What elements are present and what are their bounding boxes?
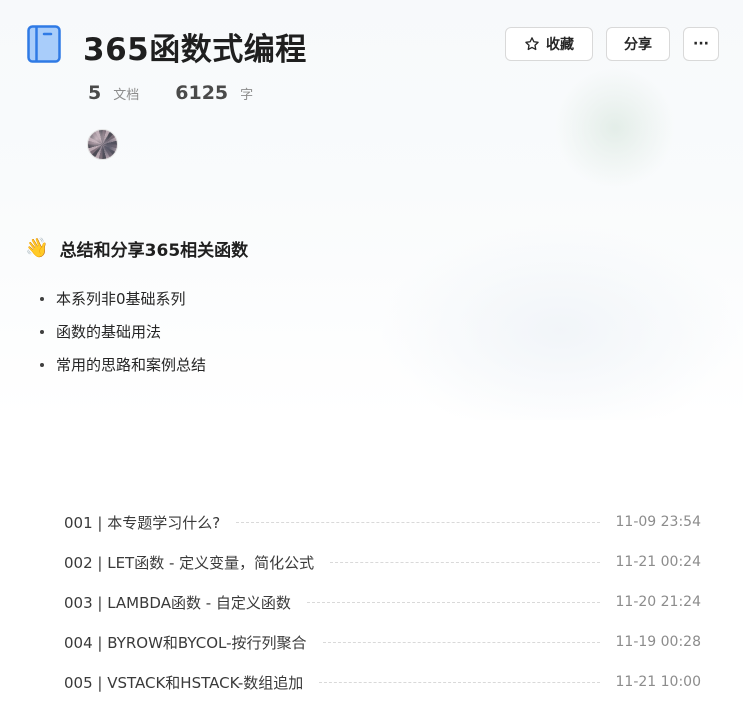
docs-count: 5 [88,82,102,104]
book-icon [27,25,61,63]
toc-item-time: 11-19 00:28 [615,634,701,650]
word-unit: 字 [240,88,254,103]
bullet-dot [40,362,44,367]
toc-item-time: 11-09 23:54 [615,514,701,530]
toc-leader-line [306,601,600,603]
docs-unit: 文档 [113,88,140,103]
table-of-contents: 001 | 本专题学习什么? 11-09 23:54 002 | LET函数 -… [64,502,701,702]
intro-bullet-list: 本系列非0基础系列 函数的基础用法 常用的思路和案例总结 [40,282,206,381]
toc-item[interactable]: 003 | LAMBDA函数 - 自定义函数 11-20 21:24 [64,582,701,622]
bullet-item: 本系列非0基础系列 [40,282,206,315]
more-options-button[interactable]: ··· [683,27,719,61]
book-stats: 5 文档 6125 字 [88,82,253,104]
favorite-button[interactable]: 收藏 [505,27,593,61]
author-avatar[interactable] [87,129,118,160]
bullet-text: 函数的基础用法 [56,323,162,341]
more-icon: ··· [693,36,709,52]
book-title: 365函数式编程 [83,32,307,68]
toc-item[interactable]: 004 | BYROW和BYCOL-按行列聚合 11-19 00:28 [64,622,701,662]
bullet-text: 本系列非0基础系列 [56,290,186,308]
toc-item[interactable]: 002 | LET函数 - 定义变量，简化公式 11-21 00:24 [64,542,701,582]
star-icon [525,37,539,51]
toc-item-title[interactable]: 003 | LAMBDA函数 - 自定义函数 [64,592,291,613]
toc-item-title[interactable]: 005 | VSTACK和HSTACK-数组追加 [64,672,303,693]
share-label: 分享 [624,37,652,53]
toc-item-title[interactable]: 001 | 本专题学习什么? [64,512,220,533]
toc-leader-line [330,561,600,563]
header-actions: 收藏 分享 ··· [505,27,719,61]
intro-title: 总结和分享365相关函数 [59,241,249,261]
toc-leader-line [319,681,600,683]
toc-item-title[interactable]: 004 | BYROW和BYCOL-按行列聚合 [64,632,307,653]
favorite-label: 收藏 [546,37,574,53]
bullet-text: 常用的思路和案例总结 [56,356,207,374]
bullet-item: 函数的基础用法 [40,315,206,348]
intro-heading: 👋 总结和分享365相关函数 [25,236,249,262]
word-count: 6125 [175,82,229,104]
toc-item[interactable]: 005 | VSTACK和HSTACK-数组追加 11-21 10:00 [64,662,701,702]
bullet-dot [40,296,44,301]
toc-leader-line [236,521,600,523]
toc-item-title[interactable]: 002 | LET函数 - 定义变量，简化公式 [64,552,314,573]
bullet-item: 常用的思路和案例总结 [40,348,206,381]
waving-hand-icon: 👋 [25,237,49,259]
share-button[interactable]: 分享 [606,27,670,61]
toc-item-time: 11-21 00:24 [615,554,701,570]
bullet-dot [40,329,44,334]
toc-leader-line [322,641,600,643]
toc-item-time: 11-21 10:00 [615,674,701,690]
toc-item[interactable]: 001 | 本专题学习什么? 11-09 23:54 [64,502,701,542]
toc-item-time: 11-20 21:24 [615,594,701,610]
